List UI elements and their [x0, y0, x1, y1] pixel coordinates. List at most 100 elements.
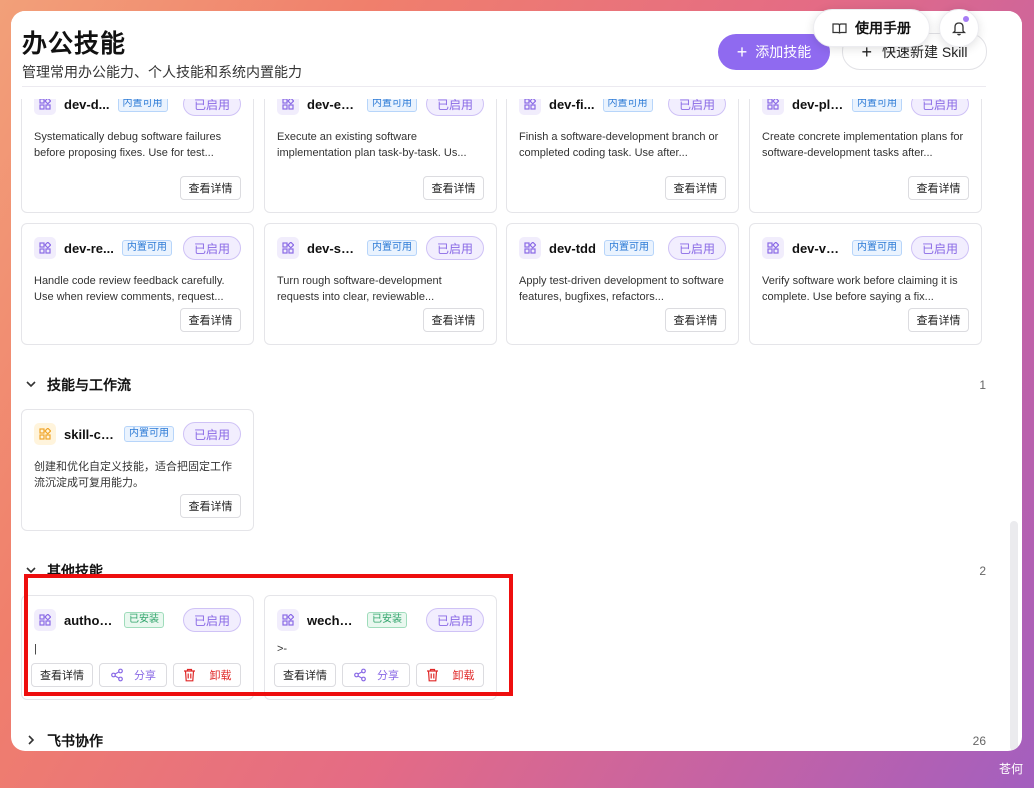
builtin-badge: 内置可用 — [117, 99, 168, 112]
enabled-toggle[interactable]: 已启用 — [183, 236, 241, 260]
add-skill-button[interactable]: + 添加技能 — [718, 34, 830, 70]
skill-description: Create concrete implementation plans for… — [762, 131, 964, 159]
share-icon — [111, 668, 123, 682]
enabled-toggle[interactable]: 已启用 — [911, 236, 969, 260]
skill-description: Turn rough software-development requests… — [277, 275, 442, 303]
user-manual-button[interactable]: 使用手册 — [813, 9, 930, 47]
view-details-button[interactable]: 查看详情 — [31, 663, 93, 687]
enabled-toggle[interactable]: 已启用 — [426, 99, 484, 116]
skill-description: Verify software work before claiming it … — [762, 275, 958, 303]
skill-name: dev-re... — [64, 240, 114, 256]
section-title: 其他技能 — [47, 563, 103, 579]
skill-name: author-... — [64, 612, 116, 628]
skill-description: Finish a software-development branch or … — [519, 131, 719, 159]
builtin-badge: 内置可用 — [124, 426, 174, 442]
share-label: 分享 — [377, 670, 399, 682]
skill-icon — [762, 99, 784, 115]
builtin-badge: 内置可用 — [121, 240, 172, 256]
enabled-toggle[interactable]: 已启用 — [183, 99, 241, 116]
enabled-toggle[interactable]: 已启用 — [911, 99, 969, 116]
uninstall-label: 卸载 — [209, 670, 232, 682]
skill-icon — [519, 237, 541, 259]
uninstall-button[interactable]: 卸载 — [173, 663, 241, 687]
section-header-workflows[interactable]: 技能与工作流 1 — [25, 374, 986, 396]
skill-card: dev-re... 内置可用 已启用 Handle code review fe… — [21, 223, 254, 345]
section-header-feishu[interactable]: 飞书协作 26 — [25, 730, 986, 751]
uninstall-label: 卸载 — [452, 670, 475, 682]
builtin-badge: 内置可用 — [367, 99, 417, 112]
section-count: 26 — [972, 734, 986, 748]
page-title: 办公技能 — [22, 30, 127, 58]
header-divider — [22, 86, 986, 87]
view-details-button[interactable]: 查看详情 — [180, 308, 241, 332]
view-details-button[interactable]: 查看详情 — [908, 176, 969, 200]
section-title: 飞书协作 — [47, 733, 103, 749]
trash-icon — [183, 668, 195, 682]
view-details-button[interactable]: 查看详情 — [423, 308, 484, 332]
scrollbar[interactable] — [1010, 521, 1018, 751]
skill-name: dev-ex... — [307, 99, 359, 112]
skill-card: author-... 已安装 已启用 | 查看详情 分享 卸载 — [21, 595, 254, 700]
skill-card: dev-d... 内置可用 已启用 Systematically debug s… — [21, 99, 254, 213]
app-window: 办公技能 管理常用办公能力、个人技能和系统内置能力 + 添加技能 + 快速新建 … — [11, 11, 1022, 751]
view-details-button[interactable]: 查看详情 — [423, 176, 484, 200]
view-details-button[interactable]: 查看详情 — [665, 308, 726, 332]
chevron-down-icon — [25, 378, 41, 393]
view-details-button[interactable]: 查看详情 — [180, 494, 241, 518]
skill-icon — [34, 237, 56, 259]
skill-icon — [762, 237, 784, 259]
page-subtitle: 管理常用办公能力、个人技能和系统内置能力 — [22, 64, 302, 80]
enabled-toggle[interactable]: 已启用 — [668, 236, 726, 260]
enabled-toggle[interactable]: 已启用 — [426, 236, 484, 260]
share-button[interactable]: 分享 — [342, 663, 410, 687]
skill-icon — [277, 99, 299, 115]
enabled-toggle[interactable]: 已启用 — [668, 99, 726, 116]
skill-name: dev-ve... — [792, 240, 844, 256]
skill-name: skill-cr... — [64, 426, 116, 442]
section-title: 技能与工作流 — [47, 377, 131, 393]
user-manual-label: 使用手册 — [855, 20, 911, 36]
skill-description: Apply test-driven development to softwar… — [519, 275, 724, 303]
enabled-toggle[interactable]: 已启用 — [426, 608, 484, 632]
builtin-badge: 内置可用 — [852, 99, 902, 112]
share-icon — [354, 668, 366, 682]
skill-description: Execute an existing software implementat… — [277, 131, 467, 159]
uninstall-button[interactable]: 卸载 — [416, 663, 484, 687]
skill-name: dev-d... — [64, 99, 110, 112]
skill-icon — [34, 99, 56, 115]
builtin-badge: 内置可用 — [602, 99, 653, 112]
watermark: 苍何 — [998, 762, 1023, 776]
view-details-button[interactable]: 查看详情 — [180, 176, 241, 200]
add-skill-label: 添加技能 — [755, 44, 812, 60]
skill-name: dev-sp... — [307, 240, 359, 256]
notification-dot — [963, 16, 969, 22]
installed-badge: 已安装 — [124, 612, 164, 628]
share-label: 分享 — [134, 670, 156, 682]
skill-card: wechat-... 已安装 已启用 >- 查看详情 分享 卸载 — [264, 595, 497, 700]
skill-card: dev-plan 内置可用 已启用 Create concrete implem… — [749, 99, 982, 213]
view-details-button[interactable]: 查看详情 — [908, 308, 969, 332]
view-details-button[interactable]: 查看详情 — [274, 663, 336, 687]
builtin-badge: 内置可用 — [603, 240, 654, 256]
skill-icon — [34, 609, 56, 631]
skill-icon — [519, 99, 541, 115]
enabled-toggle[interactable]: 已启用 — [183, 422, 241, 446]
section-header-other[interactable]: 其他技能 2 — [25, 560, 986, 582]
skills-list[interactable]: dev-d... 内置可用 已启用 Systematically debug s… — [11, 99, 1022, 751]
skill-card: skill-cr... 内置可用 已启用 创建和优化自定义技能，适合把固定工作流… — [21, 409, 254, 531]
book-icon — [832, 22, 847, 34]
section-count: 1 — [979, 378, 986, 392]
skill-description: Systematically debug software failures b… — [34, 131, 222, 159]
skill-name: wechat-... — [307, 612, 359, 628]
enabled-toggle[interactable]: 已启用 — [183, 608, 241, 632]
skill-description: | — [34, 643, 37, 655]
view-details-button[interactable]: 查看详情 — [665, 176, 726, 200]
skill-name: dev-tdd — [549, 240, 596, 256]
skill-name: dev-plan — [792, 99, 844, 112]
share-button[interactable]: 分享 — [99, 663, 167, 687]
chevron-down-icon — [25, 564, 41, 579]
notifications-button[interactable] — [939, 9, 979, 47]
skill-description: 创建和优化自定义技能，适合把固定工作流沉淀成可复用能力。 — [34, 461, 232, 489]
skill-icon — [34, 423, 56, 445]
builtin-badge: 内置可用 — [852, 240, 902, 256]
